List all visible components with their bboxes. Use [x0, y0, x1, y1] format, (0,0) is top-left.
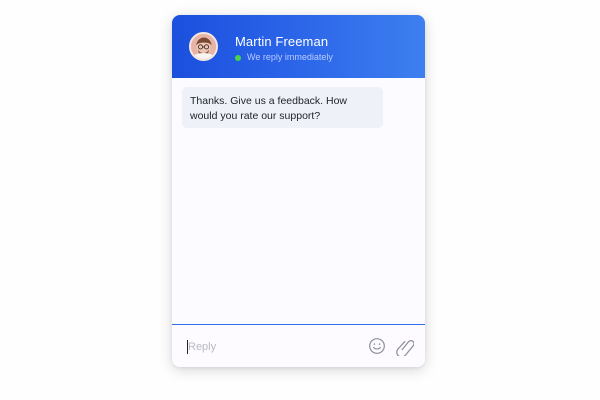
chat-header: Martin Freeman We reply immediately [172, 15, 425, 78]
chat-widget: Martin Freeman We reply immediately Than… [172, 15, 425, 367]
support-message-bubble: Thanks. Give us a feedback. How would yo… [182, 87, 383, 128]
reply-input[interactable] [188, 338, 358, 356]
attachment-button[interactable] [396, 336, 414, 356]
emoji-icon [368, 337, 386, 355]
paperclip-icon [396, 336, 414, 356]
agent-avatar [189, 32, 218, 61]
agent-status-text: We reply immediately [247, 52, 333, 62]
online-status-icon [235, 55, 241, 61]
message-area: Thanks. Give us a feedback. How would yo… [172, 78, 425, 339]
emoji-button[interactable] [368, 337, 386, 355]
agent-name: Martin Freeman [235, 34, 329, 49]
reply-bar [172, 324, 425, 367]
